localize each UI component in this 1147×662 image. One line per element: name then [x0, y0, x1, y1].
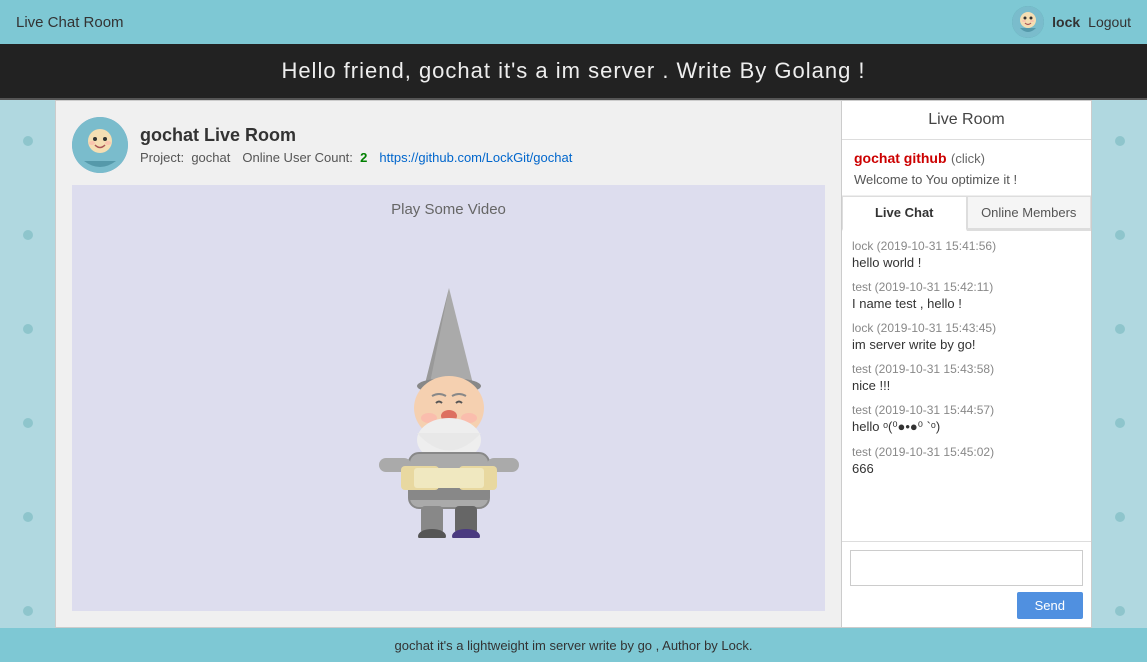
header-username: lock: [1052, 14, 1080, 30]
room-meta: Project: gochat Online User Count: 2 htt…: [140, 150, 572, 165]
play-video-label: Play Some Video: [391, 201, 506, 218]
chat-message: lock (2019-10-31 15:43:45) im server writ…: [852, 321, 1081, 352]
header-user-area: lock Logout: [1012, 6, 1131, 38]
message-meta: test (2019-10-31 15:42:11): [852, 280, 1081, 294]
banner-text: Hello friend, gochat it's a im server . …: [281, 58, 865, 83]
message-meta: test (2019-10-31 15:43:58): [852, 362, 1081, 376]
message-text: hello ᵒ(⁰●•●⁰ `ᵒ): [852, 419, 1081, 435]
message-meta: lock (2019-10-31 15:43:45): [852, 321, 1081, 335]
chat-message: test (2019-10-31 15:42:11) I name test , …: [852, 280, 1081, 311]
chat-message: test (2019-10-31 15:45:02) 666: [852, 445, 1081, 476]
message-text: nice !!!: [852, 378, 1081, 393]
right-panel: Live Room gochat github (click) Welcome …: [842, 100, 1092, 628]
message-text: 666: [852, 461, 1081, 476]
banner: Hello friend, gochat it's a im server . …: [0, 44, 1147, 100]
chat-input-area: Send: [842, 541, 1091, 627]
live-room-title: Live Room: [842, 101, 1091, 140]
welcome-text: Welcome to You optimize it !: [854, 172, 1079, 187]
room-title: gochat Live Room: [140, 125, 572, 146]
chat-input[interactable]: [850, 550, 1083, 586]
message-meta: test (2019-10-31 15:44:57): [852, 403, 1081, 417]
message-text: im server write by go!: [852, 337, 1081, 352]
github-click-hint: (click): [951, 151, 985, 166]
github-link-area: gochat github (click) Welcome to You opt…: [842, 140, 1091, 196]
header-title: Live Chat Room: [16, 14, 124, 31]
message-meta: test (2019-10-31 15:45:02): [852, 445, 1081, 459]
send-button[interactable]: Send: [1017, 592, 1083, 619]
github-repo-link[interactable]: gochat github: [854, 150, 947, 166]
room-info: gochat Live Room Project: gochat Online …: [140, 125, 572, 165]
avatar: [1012, 6, 1044, 38]
chat-message: test (2019-10-31 15:44:57) hello ᵒ(⁰●•●⁰ …: [852, 403, 1081, 435]
chat-messages: lock (2019-10-31 15:41:56) hello world ! t…: [842, 231, 1091, 541]
chat-message: lock (2019-10-31 15:41:56) hello world !: [852, 239, 1081, 270]
chat-message: test (2019-10-31 15:43:58) nice !!!: [852, 362, 1081, 393]
footer: gochat it's a lightweight im server writ…: [0, 628, 1147, 662]
header: Live Chat Room lock Logout: [0, 0, 1147, 44]
room-avatar: [72, 117, 128, 173]
chat-tabs: Live Chat Online Members: [842, 196, 1091, 231]
main-content: gochat Live Room Project: gochat Online …: [55, 100, 1092, 628]
logout-button[interactable]: Logout: [1088, 14, 1131, 30]
github-link[interactable]: https://github.com/LockGit/gochat: [379, 150, 572, 165]
tab-live-chat[interactable]: Live Chat: [842, 196, 967, 231]
project-label: Project: gochat: [140, 150, 230, 165]
left-panel: gochat Live Room Project: gochat Online …: [55, 100, 842, 628]
video-area: Play Some Video: [72, 185, 825, 611]
footer-text: gochat it's a lightweight im server writ…: [395, 638, 753, 653]
online-count: Online User Count: 2: [242, 150, 367, 165]
room-header: gochat Live Room Project: gochat Online …: [72, 117, 825, 173]
message-text: I name test , hello !: [852, 296, 1081, 311]
message-meta: lock (2019-10-31 15:41:56): [852, 239, 1081, 253]
tab-online-members[interactable]: Online Members: [967, 196, 1092, 229]
mascot-image: [339, 258, 559, 538]
message-text: hello world !: [852, 255, 1081, 270]
